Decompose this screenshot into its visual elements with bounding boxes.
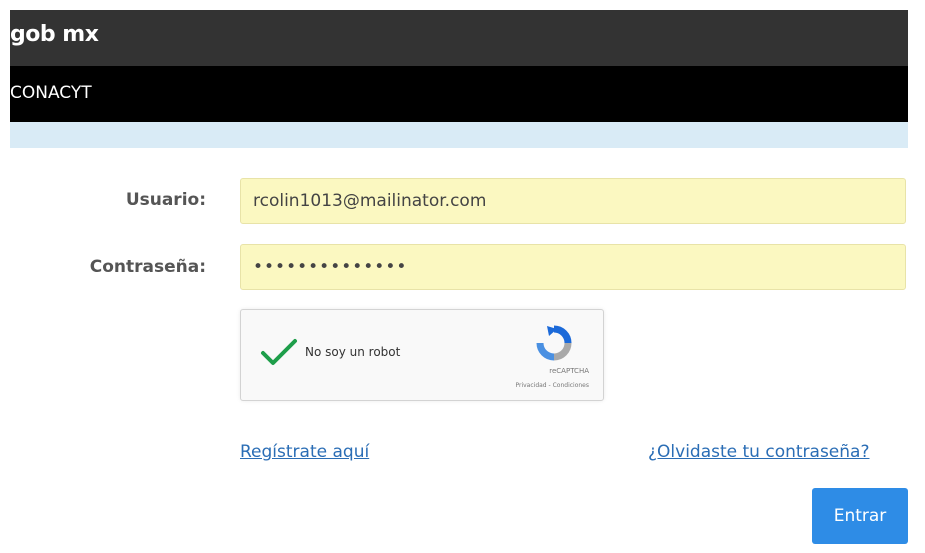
forgot-password-link[interactable]: ¿Olvidaste tu contraseña? <box>648 442 869 462</box>
gob-mx-logo[interactable]: gob mx <box>10 22 99 47</box>
password-input[interactable] <box>240 244 906 290</box>
username-input[interactable] <box>240 178 906 224</box>
recaptcha-name: reCAPTCHA <box>549 367 589 375</box>
org-title[interactable]: CONACYT <box>10 83 92 103</box>
org-header: CONACYT <box>10 66 908 122</box>
header-stripe <box>10 122 908 148</box>
gob-header: gob mx <box>10 10 908 66</box>
register-link[interactable]: Regístrate aquí <box>240 442 369 462</box>
recaptcha-logo-icon <box>536 325 572 361</box>
checkmark-icon[interactable] <box>259 336 299 368</box>
recaptcha-widget[interactable]: No soy un robot reCAPTCHA Privacidad - C… <box>240 309 604 401</box>
captcha-label: No soy un robot <box>305 345 401 359</box>
submit-button[interactable]: Entrar <box>812 488 908 544</box>
recaptcha-terms[interactable]: Privacidad - Condiciones <box>515 382 589 389</box>
password-label: Contraseña: <box>89 257 206 277</box>
username-label: Usuario: <box>125 190 206 210</box>
